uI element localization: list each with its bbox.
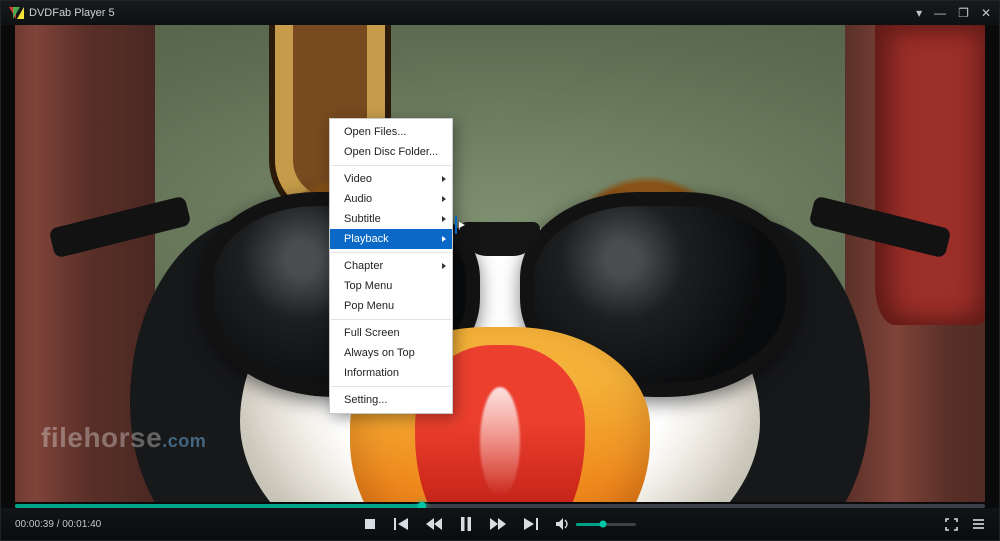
- player-window: DVDFab Player 5 ▾ — ❐ ✕: [0, 0, 1000, 541]
- beak-gloss: [480, 387, 520, 497]
- menu-chapter[interactable]: Chapter: [330, 256, 452, 276]
- menu-separator: [331, 386, 451, 387]
- volume-track[interactable]: [576, 523, 636, 526]
- menu-open-disc-folder[interactable]: Open Disc Folder...: [330, 142, 452, 162]
- menu-subtitle[interactable]: Subtitle: [330, 209, 452, 229]
- playlist-button[interactable]: [972, 518, 985, 530]
- menu-chapter-label: Chapter: [344, 260, 383, 272]
- menu-always-on-top[interactable]: Always on Top: [330, 343, 452, 363]
- volume-icon[interactable]: [556, 518, 570, 530]
- app-logo-icon: [9, 6, 23, 20]
- chevron-right-icon: [442, 263, 446, 269]
- control-bar: 00:00:39 / 00:01:40: [1, 508, 999, 540]
- volume-knob[interactable]: [600, 521, 607, 528]
- menu-playback-label: Playback: [344, 233, 389, 245]
- previous-button[interactable]: [394, 518, 408, 530]
- app-title: DVDFab Player 5: [29, 7, 115, 19]
- maximize-button[interactable]: ❐: [958, 7, 969, 19]
- next-button[interactable]: [524, 518, 538, 530]
- time-total: 00:01:40: [62, 519, 101, 530]
- menu-open-files[interactable]: Open Files...: [330, 122, 452, 142]
- pause-button[interactable]: [460, 517, 472, 531]
- forward-button[interactable]: [490, 518, 506, 530]
- menu-playback[interactable]: Playback: [330, 229, 452, 249]
- menu-audio[interactable]: Audio: [330, 189, 452, 209]
- volume-control[interactable]: [556, 518, 636, 530]
- stop-button[interactable]: [364, 518, 376, 530]
- fullscreen-button[interactable]: [945, 518, 958, 531]
- menu-setting[interactable]: Setting...: [330, 390, 452, 410]
- chevron-right-icon: [442, 236, 446, 242]
- titlebar: DVDFab Player 5 ▾ — ❐ ✕: [1, 1, 999, 25]
- watermark-name: filehorse: [41, 422, 162, 453]
- time-current: 00:00:39: [15, 519, 54, 530]
- character-puffin: [140, 67, 860, 502]
- menu-separator: [331, 165, 451, 166]
- menu-separator: [331, 319, 451, 320]
- menu-full-screen[interactable]: Full Screen: [330, 323, 452, 343]
- watermark-tld: .com: [162, 431, 206, 451]
- chevron-right-icon: [442, 176, 446, 182]
- menu-pop-menu[interactable]: Pop Menu: [330, 296, 452, 316]
- minimize-button[interactable]: —: [934, 7, 946, 19]
- close-button[interactable]: ✕: [981, 7, 991, 19]
- chevron-right-icon: [442, 196, 446, 202]
- context-menu[interactable]: Open Files... Open Disc Folder... Video …: [329, 118, 453, 414]
- menu-information[interactable]: Information: [330, 363, 452, 383]
- video-surface[interactable]: filehorse.com: [15, 25, 985, 502]
- menu-separator: [331, 252, 451, 253]
- submenu-flyout-indicator-icon: [453, 210, 469, 240]
- menu-video-label: Video: [344, 173, 372, 185]
- bg-curtain: [875, 25, 985, 325]
- sunglasses-bridge: [460, 222, 540, 256]
- menu-audio-label: Audio: [344, 193, 372, 205]
- menu-subtitle-label: Subtitle: [344, 213, 381, 225]
- dropdown-button[interactable]: ▾: [916, 7, 922, 19]
- time-display: 00:00:39 / 00:01:40: [15, 519, 101, 530]
- watermark: filehorse.com: [41, 422, 206, 454]
- rewind-button[interactable]: [426, 518, 442, 530]
- chevron-right-icon: [442, 216, 446, 222]
- menu-video[interactable]: Video: [330, 169, 452, 189]
- menu-top-menu[interactable]: Top Menu: [330, 276, 452, 296]
